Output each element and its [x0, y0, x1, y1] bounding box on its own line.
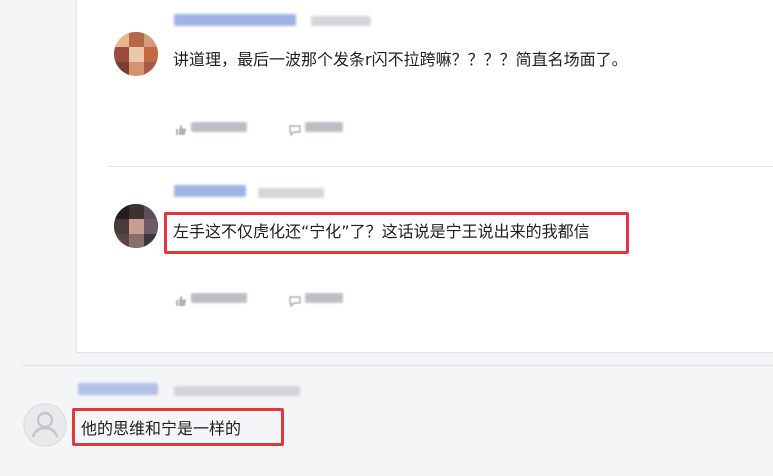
comment-time	[174, 386, 300, 396]
comment-time-text	[0, 0, 1, 1]
comment-time-text	[0, 0, 1, 1]
section-divider	[22, 365, 773, 366]
reply-divider	[108, 166, 773, 167]
avatar[interactable]	[114, 204, 158, 248]
comment-time	[258, 188, 324, 198]
comment-text: 他的思维和宁是一样的	[81, 419, 242, 438]
author-name[interactable]	[174, 14, 296, 26]
author-name-text	[0, 0, 1, 1]
comment-time-text	[0, 0, 1, 1]
author-name-text	[0, 0, 1, 1]
default-user-avatar[interactable]	[23, 403, 67, 447]
comment-time	[311, 16, 371, 26]
thumbs-up-icon	[175, 121, 187, 135]
avatar[interactable]	[114, 32, 158, 76]
reply-icon	[289, 292, 301, 308]
reply-button[interactable]	[289, 292, 343, 308]
like-button[interactable]	[175, 121, 247, 135]
author-name[interactable]	[174, 185, 246, 197]
author-name-text	[0, 0, 1, 1]
thumbs-up-icon	[175, 292, 187, 306]
comment-text: 左手这不仅虎化还“宁化”了？这话说是宁王说出来的我都信	[173, 222, 590, 241]
reply-icon	[289, 121, 301, 137]
reply-button[interactable]	[289, 121, 343, 137]
comment-text: 讲道理，最后一波那个发条r闪不拉跨嘛？？？？简直名场面了。	[173, 50, 628, 69]
author-name[interactable]	[78, 383, 158, 395]
like-button[interactable]	[175, 292, 247, 306]
